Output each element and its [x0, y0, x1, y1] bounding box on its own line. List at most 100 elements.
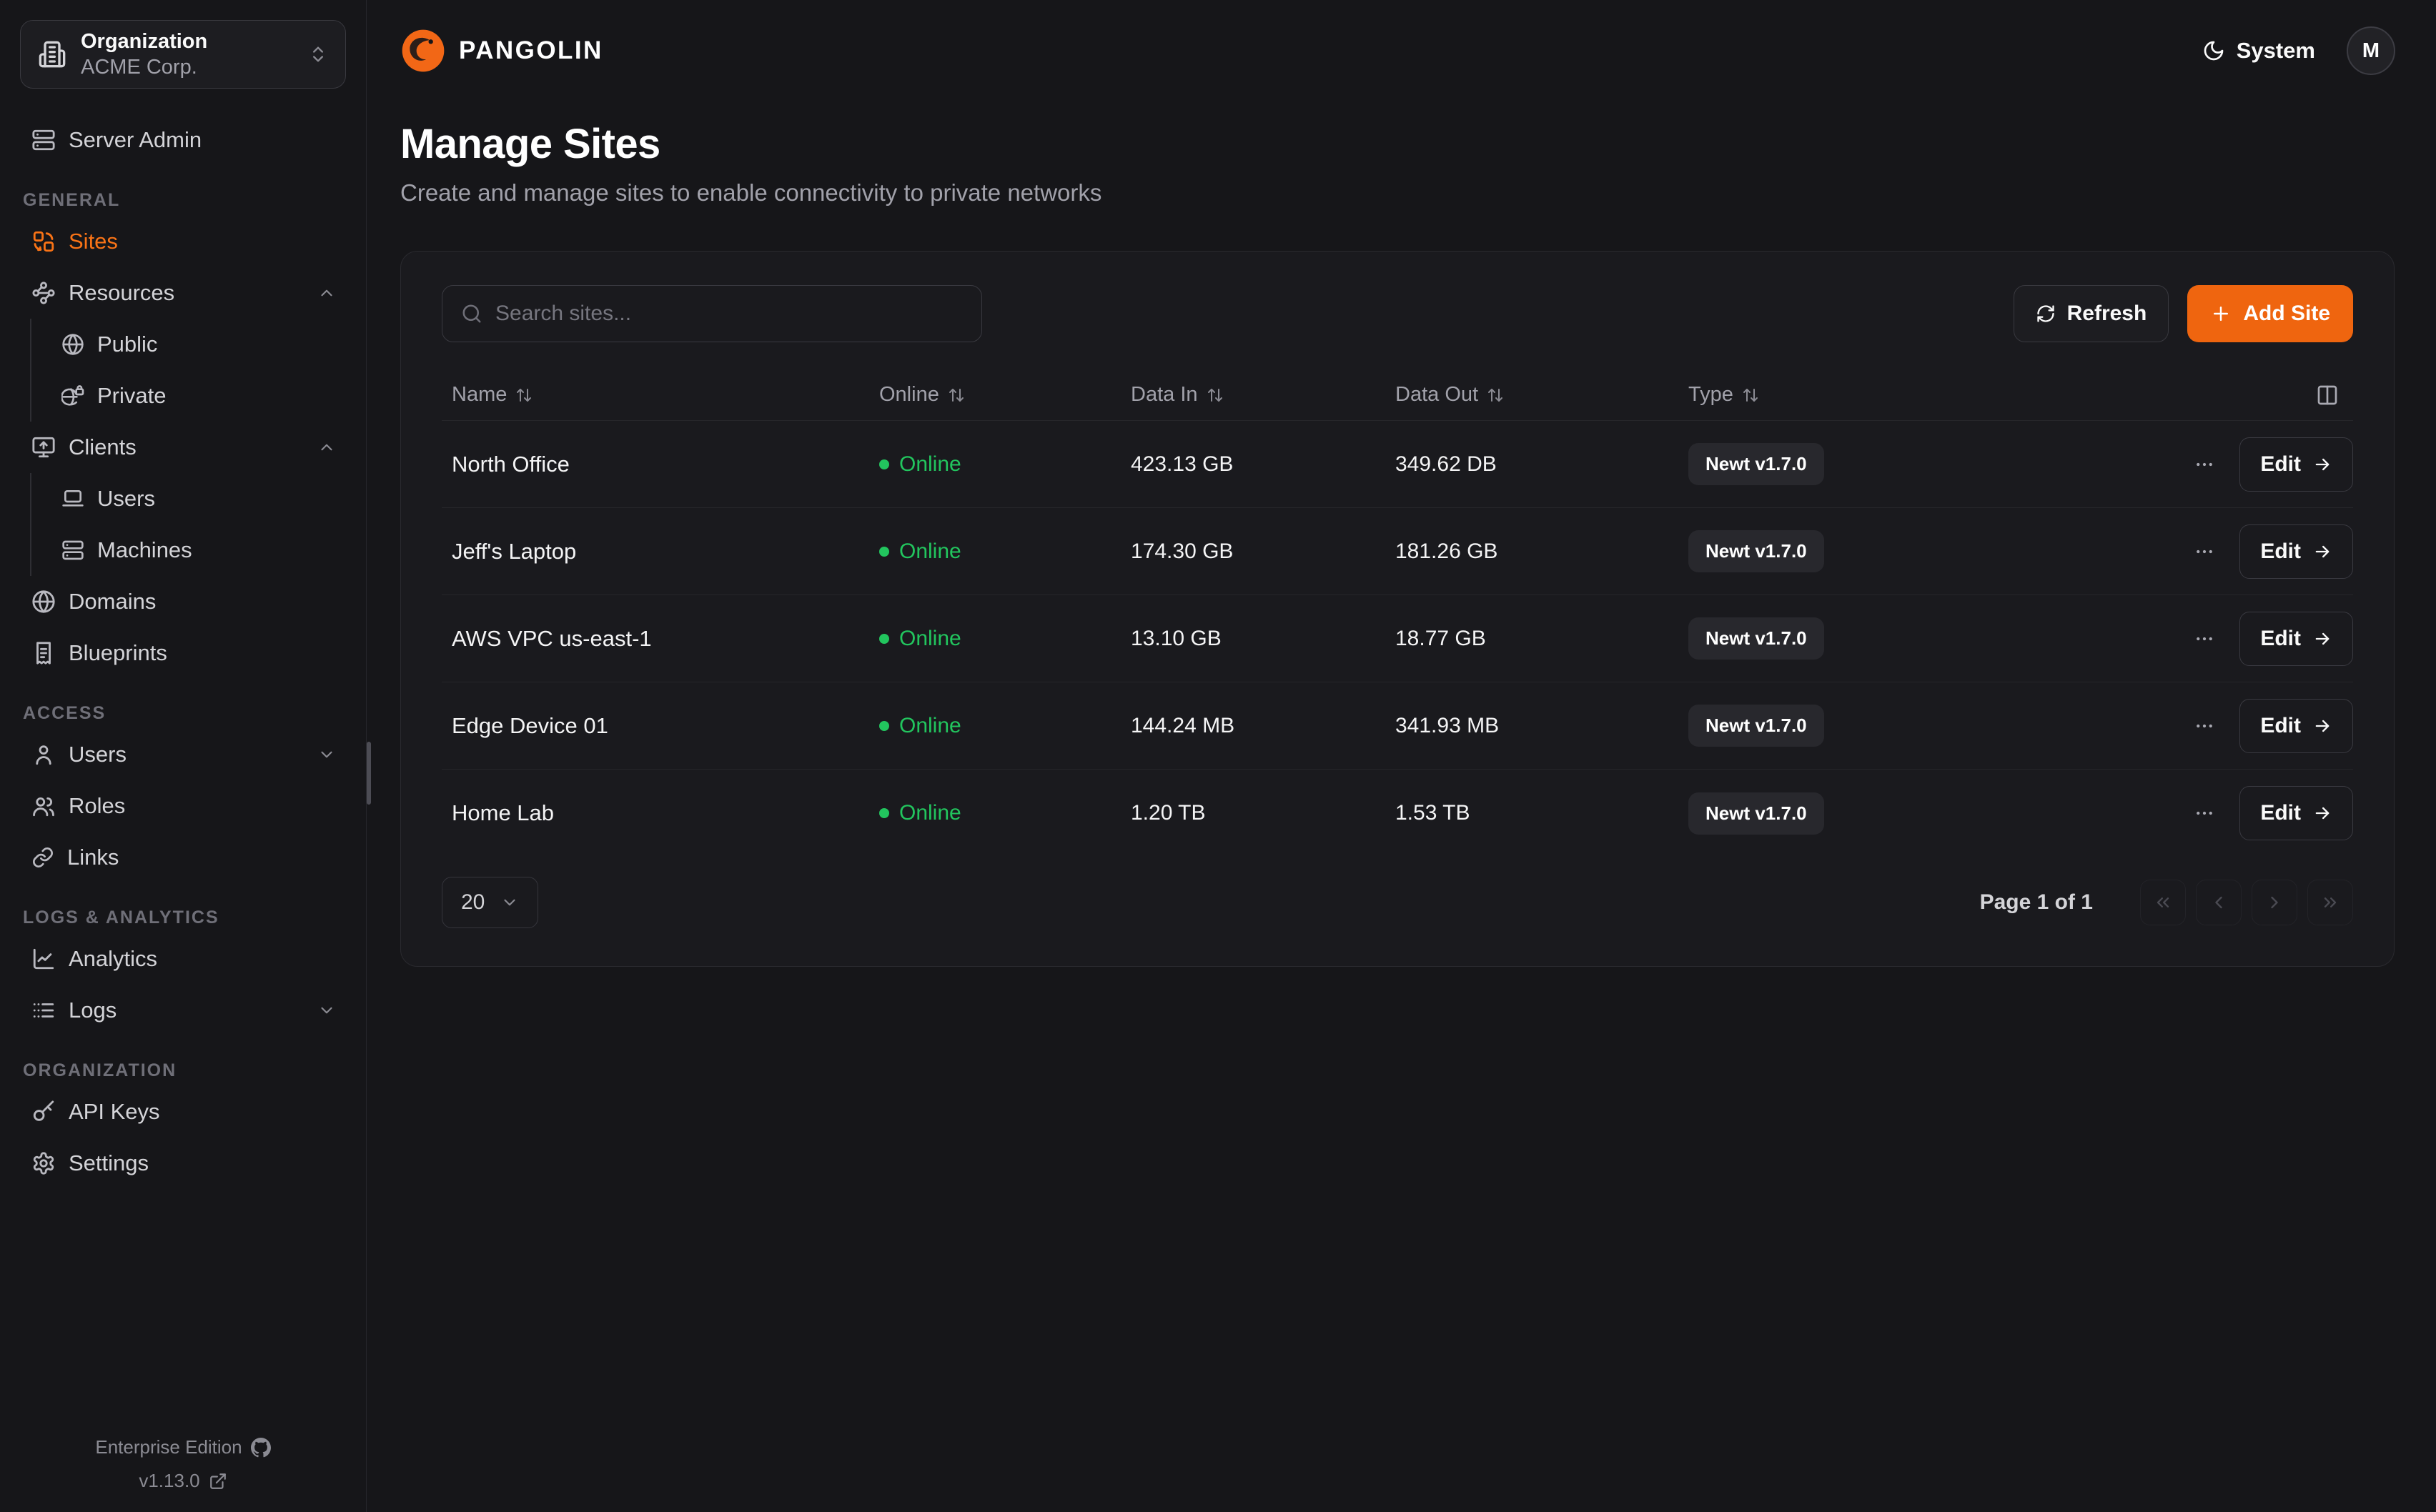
type-badge: Newt v1.7.0 — [1688, 443, 1824, 485]
sidebar-item-sites[interactable]: Sites — [20, 216, 346, 267]
sidebar-item-domains[interactable]: Domains — [20, 576, 346, 627]
row-menu-button[interactable] — [2189, 798, 2219, 828]
type-badge: Newt v1.7.0 — [1688, 792, 1824, 835]
edit-button[interactable]: Edit — [2239, 437, 2353, 492]
table-row[interactable]: AWS VPC us-east-1 Online 13.10 GB 18.77 … — [442, 595, 2353, 682]
globe-icon — [31, 590, 56, 614]
sidebar-item-links[interactable]: Links — [20, 832, 346, 883]
sidebar-item-roles[interactable]: Roles — [20, 780, 346, 832]
sidebar-item-logs[interactable]: Logs — [20, 985, 346, 1036]
version-label: v1.13.0 — [139, 1470, 199, 1492]
column-label: Type — [1688, 383, 1733, 407]
sidebar-item-clients[interactable]: Clients — [20, 422, 346, 473]
sidebar-item-public[interactable]: Public — [51, 319, 346, 370]
add-site-label: Add Site — [2243, 302, 2330, 326]
add-site-button[interactable]: Add Site — [2187, 285, 2353, 342]
column-header-data-out[interactable]: Data Out — [1395, 383, 1688, 407]
sidebar-item-label: Logs — [69, 998, 117, 1023]
search-input[interactable] — [495, 302, 963, 326]
monitor-up-icon — [31, 435, 56, 459]
avatar[interactable]: M — [2347, 26, 2395, 75]
site-status: Online — [879, 801, 1131, 825]
building-icon — [38, 40, 66, 69]
sidebar-item-api-keys[interactable]: API Keys — [20, 1086, 346, 1138]
row-menu-button[interactable] — [2189, 537, 2219, 567]
org-selector[interactable]: Organization ACME Corp. — [20, 20, 346, 89]
row-menu-button[interactable] — [2189, 449, 2219, 479]
edit-button[interactable]: Edit — [2239, 699, 2353, 753]
chevrons-right-icon — [2320, 892, 2340, 912]
table-row[interactable]: Edge Device 01 Online 144.24 MB 341.93 M… — [442, 682, 2353, 770]
type-badge: Newt v1.7.0 — [1688, 617, 1824, 660]
next-page-button[interactable] — [2252, 880, 2297, 925]
status-label: Online — [899, 627, 961, 651]
edit-button[interactable]: Edit — [2239, 786, 2353, 840]
chevrons-up-down-icon — [308, 44, 328, 64]
first-page-button[interactable] — [2140, 880, 2186, 925]
refresh-button[interactable]: Refresh — [2014, 285, 2169, 342]
site-data-out: 181.26 GB — [1395, 539, 1688, 564]
column-header-name[interactable]: Name — [452, 383, 879, 407]
edit-label: Edit — [2260, 452, 2301, 477]
sidebar-item-server-admin[interactable]: Server Admin — [20, 114, 346, 166]
pangolin-logo-icon — [400, 28, 446, 74]
table-row[interactable]: Jeff's Laptop Online 174.30 GB 181.26 GB… — [442, 508, 2353, 595]
sidebar-item-label: Settings — [69, 1150, 149, 1176]
column-label: Online — [879, 383, 939, 407]
edition-label: Enterprise Edition — [95, 1436, 242, 1458]
sidebar-item-blueprints[interactable]: Blueprints — [20, 627, 346, 679]
sidebar-item-private[interactable]: Private — [51, 370, 346, 422]
site-status: Online — [879, 714, 1131, 738]
prev-page-button[interactable] — [2196, 880, 2242, 925]
column-header-online[interactable]: Online — [879, 383, 1131, 407]
status-label: Online — [899, 801, 961, 825]
sites-card: Refresh Add Site Name Online — [400, 251, 2395, 967]
last-page-button[interactable] — [2307, 880, 2353, 925]
site-status: Online — [879, 627, 1131, 651]
ellipsis-icon — [2194, 715, 2215, 737]
edition-link[interactable]: Enterprise Edition — [95, 1436, 270, 1458]
sidebar-item-client-users[interactable]: Users — [51, 473, 346, 524]
table-body: North Office Online 423.13 GB 349.62 DB … — [442, 421, 2353, 857]
page-subtitle: Create and manage sites to enable connec… — [400, 179, 2395, 207]
ellipsis-icon — [2194, 802, 2215, 824]
arrow-right-icon — [2312, 803, 2332, 823]
sidebar-item-analytics[interactable]: Analytics — [20, 933, 346, 985]
table-row[interactable]: Home Lab Online 1.20 TB 1.53 TB Newt v1.… — [442, 770, 2353, 857]
user-icon — [31, 742, 56, 767]
org-text: Organization ACME Corp. — [81, 29, 294, 81]
column-header-data-in[interactable]: Data In — [1131, 383, 1395, 407]
sidebar-item-settings[interactable]: Settings — [20, 1138, 346, 1189]
edit-label: Edit — [2260, 714, 2301, 738]
online-dot-icon — [879, 634, 889, 644]
edit-button[interactable]: Edit — [2239, 612, 2353, 666]
theme-label: System — [2237, 38, 2315, 64]
receipt-icon — [31, 641, 56, 665]
toolbar-actions: Refresh Add Site — [2014, 285, 2353, 342]
globe-icon — [61, 333, 84, 356]
sidebar-item-machines[interactable]: Machines — [51, 524, 346, 576]
sidebar-item-resources[interactable]: Resources — [20, 267, 346, 319]
page-size-select[interactable]: 20 — [442, 877, 538, 928]
table-row[interactable]: North Office Online 423.13 GB 349.62 DB … — [442, 421, 2353, 508]
site-name: AWS VPC us-east-1 — [452, 626, 879, 652]
sidebar-item-label: Clients — [69, 434, 137, 460]
sidebar-item-users[interactable]: Users — [20, 729, 346, 780]
online-dot-icon — [879, 459, 889, 469]
brand[interactable]: PANGOLIN — [400, 28, 603, 74]
theme-toggle[interactable]: System — [2202, 38, 2315, 64]
site-name: Edge Device 01 — [452, 713, 879, 739]
columns-icon[interactable] — [2316, 384, 2339, 407]
sidebar-item-label: Private — [97, 383, 166, 409]
version-link[interactable]: v1.13.0 — [139, 1470, 227, 1492]
sidebar-footer: Enterprise Edition v1.13.0 — [0, 1436, 366, 1492]
chevron-up-icon — [317, 284, 336, 302]
column-header-type[interactable]: Type — [1688, 383, 2316, 407]
chevron-down-icon — [317, 745, 336, 764]
site-data-in: 144.24 MB — [1131, 714, 1395, 738]
moon-icon — [2202, 39, 2225, 62]
server-icon — [31, 128, 56, 152]
row-menu-button[interactable] — [2189, 711, 2219, 741]
edit-button[interactable]: Edit — [2239, 524, 2353, 579]
row-menu-button[interactable] — [2189, 624, 2219, 654]
